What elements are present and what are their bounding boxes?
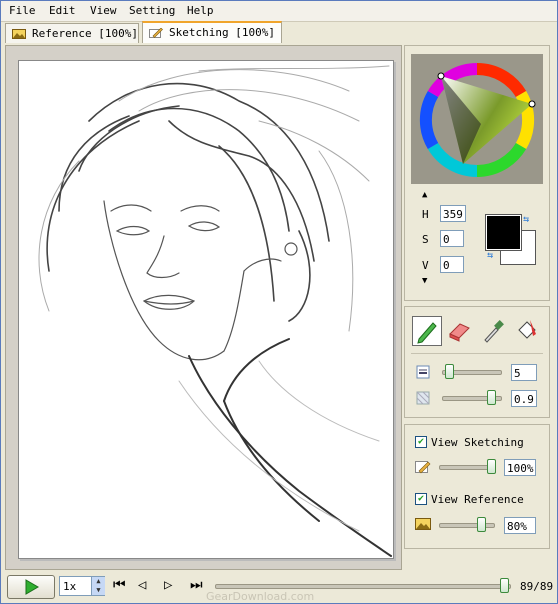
- brush-size-icon: [416, 365, 430, 379]
- tool-panel: 5 0.9: [404, 306, 550, 418]
- step-forward-icon[interactable]: ▷: [164, 577, 172, 593]
- view-sketching-label: View Sketching: [431, 436, 524, 449]
- swap-colors-icon[interactable]: ⇆: [523, 214, 529, 225]
- s-field[interactable]: 0: [440, 230, 464, 247]
- menu-edit[interactable]: Edit: [49, 4, 76, 17]
- canvas-panel: [5, 45, 402, 570]
- eyedropper-tool-button[interactable]: [479, 316, 509, 346]
- h-field[interactable]: 359: [440, 205, 466, 222]
- reference-opacity-slider-thumb[interactable]: [477, 517, 486, 532]
- tab-sketching-label: Sketching [100%]: [169, 26, 275, 39]
- sketch-drawing: [38, 65, 392, 557]
- h-label: H: [422, 208, 429, 221]
- pencil-tool-button[interactable]: [412, 316, 442, 346]
- pencil-paper-icon: [149, 28, 163, 38]
- watermark: GearDownload.com: [206, 590, 315, 603]
- eraser-tool-button[interactable]: [445, 316, 475, 346]
- play-icon: [25, 579, 39, 595]
- v-label: V: [422, 259, 429, 272]
- step-back-icon[interactable]: ◁: [138, 577, 146, 593]
- eyedropper-icon: [484, 320, 504, 343]
- view-sketching-checkbox[interactable]: ✔: [415, 436, 427, 448]
- v-field[interactable]: 0: [440, 256, 464, 273]
- foreground-color-swatch[interactable]: [485, 214, 522, 251]
- frame-counter: 89/89: [520, 580, 554, 593]
- layer-panel: ✔ View Sketching 100% ✔ View Reference 8…: [404, 424, 550, 549]
- image-icon: [12, 29, 26, 39]
- reset-colors-icon[interactable]: ⇆: [487, 250, 493, 261]
- brush-size-slider-thumb[interactable]: [445, 364, 454, 379]
- arrow-down-icon[interactable]: ▼: [422, 276, 427, 286]
- view-reference-checkbox[interactable]: ✔: [415, 493, 427, 505]
- brush-opacity-slider-thumb[interactable]: [487, 390, 496, 405]
- sketch-layer-icon: [415, 461, 431, 474]
- app-window: File Edit View Setting Help Reference [1…: [0, 0, 558, 604]
- eraser-icon: [449, 323, 470, 342]
- tab-sketching[interactable]: Sketching [100%]: [142, 21, 282, 43]
- sketch-opacity-field[interactable]: 100%: [504, 459, 536, 476]
- play-button[interactable]: [7, 575, 55, 599]
- speed-spinner-icon[interactable]: ▲ ▼: [91, 577, 105, 595]
- skip-to-end-icon[interactable]: ⏭: [190, 577, 203, 593]
- timeline-slider-thumb[interactable]: [500, 578, 509, 593]
- skip-to-start-icon[interactable]: ⏮: [113, 577, 126, 593]
- sketch-canvas[interactable]: [18, 60, 394, 559]
- arrow-up-icon[interactable]: ▲: [422, 190, 427, 200]
- fill-tool-button[interactable]: [512, 316, 542, 346]
- color-marker[interactable]: [437, 72, 445, 80]
- view-reference-label: View Reference: [431, 493, 524, 506]
- reference-layer-icon: [415, 518, 431, 530]
- speed-selector[interactable]: 1x ▲ ▼: [59, 576, 105, 596]
- reference-opacity-track[interactable]: [439, 523, 495, 528]
- brush-size-field[interactable]: 5: [511, 364, 537, 381]
- paint-bucket-icon: [518, 320, 536, 339]
- hue-marker[interactable]: [528, 100, 536, 108]
- timeline-track[interactable]: [215, 584, 511, 589]
- pencil-icon: [417, 322, 437, 344]
- menu-file[interactable]: File: [9, 4, 36, 17]
- menu-view[interactable]: View: [90, 4, 117, 17]
- s-label: S: [422, 233, 429, 246]
- sketch-opacity-slider-thumb[interactable]: [487, 459, 496, 474]
- color-wheel[interactable]: [411, 54, 543, 184]
- brush-opacity-field[interactable]: 0.9: [511, 390, 537, 407]
- reference-opacity-field[interactable]: 80%: [504, 517, 536, 534]
- tab-reference-label: Reference [100%]: [32, 27, 138, 40]
- playback-bar: 1x ▲ ▼ ⏮ ◁ ▷ ⏭ 89/89 GearDownload.com: [1, 573, 557, 603]
- opacity-icon: [416, 391, 430, 405]
- menu-setting[interactable]: Setting: [129, 4, 175, 17]
- menu-help[interactable]: Help: [187, 4, 214, 17]
- tab-reference[interactable]: Reference [100%]: [5, 23, 139, 43]
- speed-value: 1x: [63, 580, 77, 593]
- divider: [411, 353, 543, 354]
- menu-bar: File Edit View Setting Help: [1, 1, 557, 22]
- color-panel: ▲ H 359 S 0 V 0 ▼ ⇆ ⇆: [404, 45, 550, 301]
